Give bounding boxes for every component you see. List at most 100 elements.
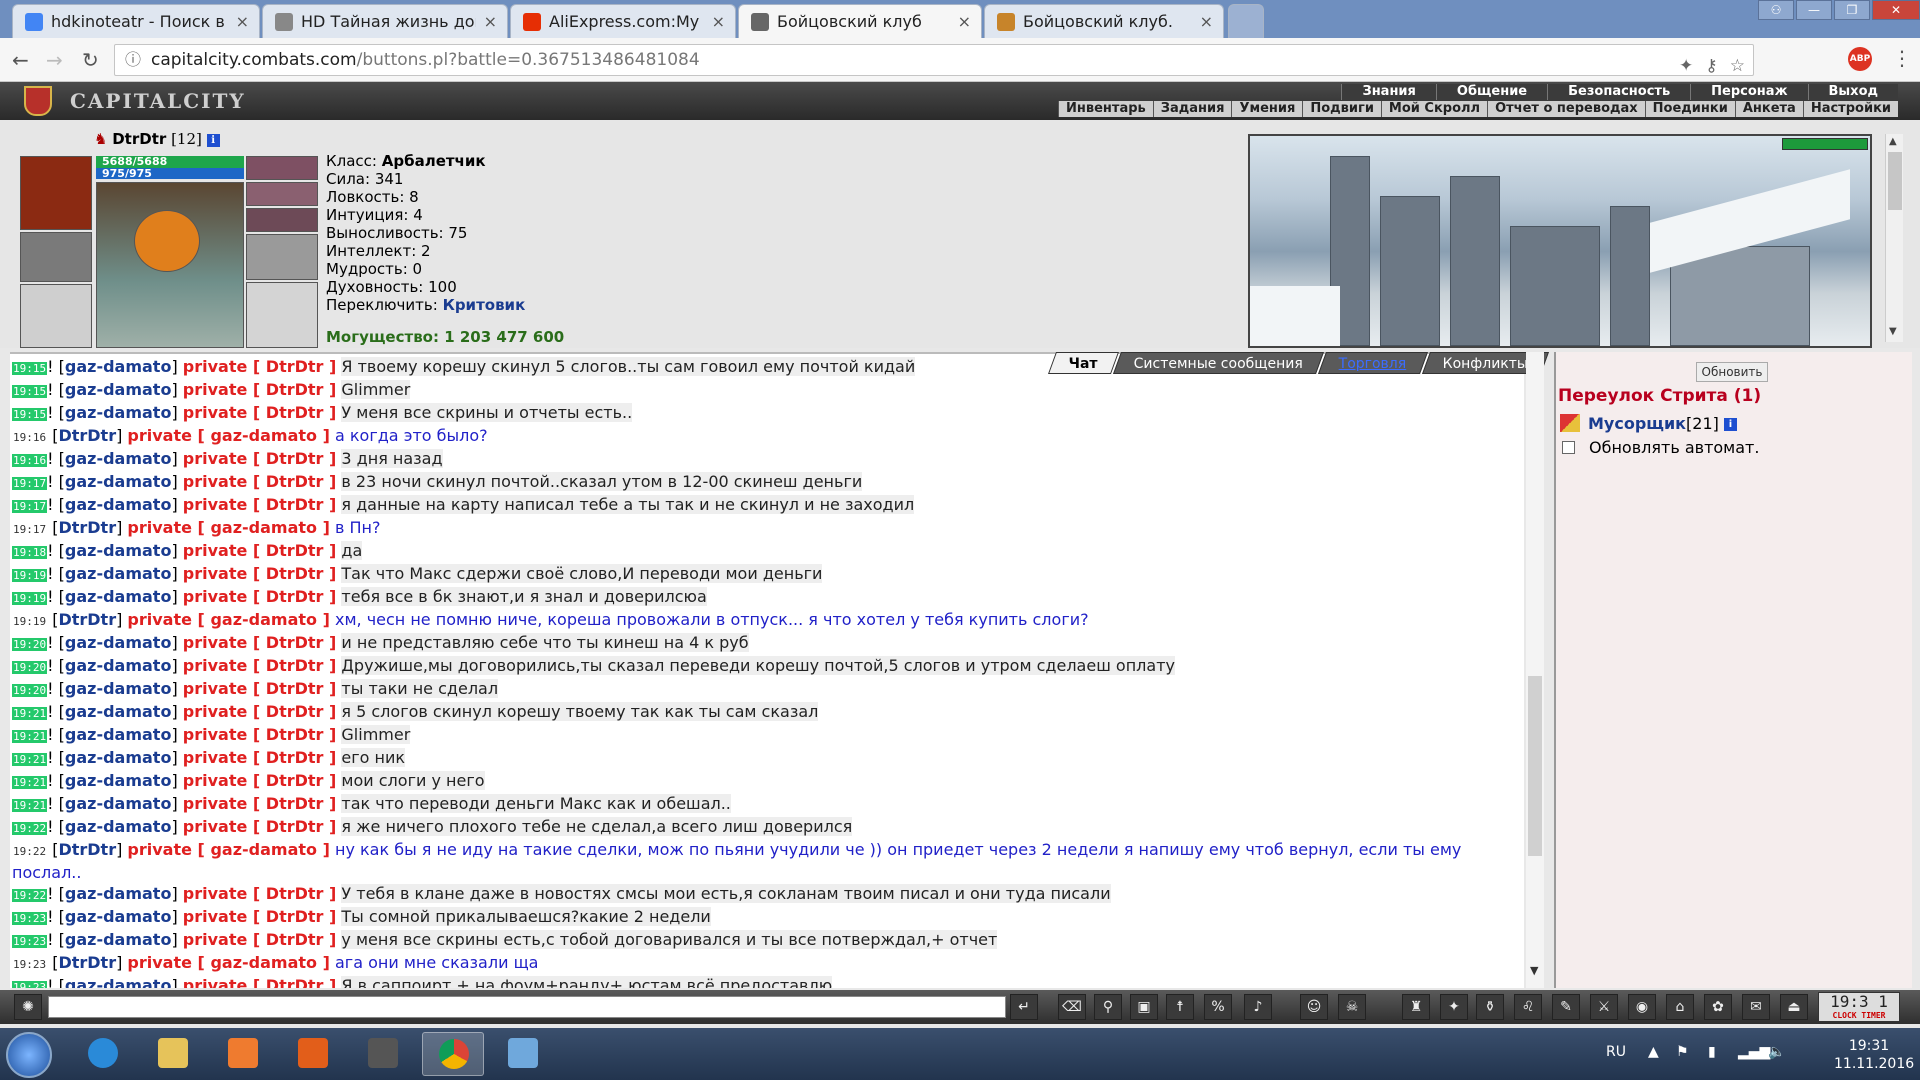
submenu-item[interactable]: Отчет о переводах xyxy=(1487,101,1645,117)
page-scrollbar[interactable]: ▲ ▼ xyxy=(1885,134,1903,342)
chat-sender[interactable]: DtrDtr xyxy=(58,953,116,972)
chat-time[interactable]: 19:21 xyxy=(12,753,48,766)
submenu-item[interactable]: Подвиги xyxy=(1302,101,1381,117)
chat-scroll-thumb[interactable] xyxy=(1528,676,1542,856)
tray-volume-icon[interactable]: 🔈 xyxy=(1768,1044,1785,1060)
chat-tab[interactable]: Торговля xyxy=(1317,352,1428,374)
chat-time[interactable]: 19:22 xyxy=(12,822,48,835)
eraser-icon[interactable]: ⌫ xyxy=(1058,994,1086,1020)
chat-sender[interactable]: gaz-damato xyxy=(65,771,172,790)
submenu-item[interactable]: Инвентарь xyxy=(1058,101,1153,117)
sword-icon[interactable]: ✦ xyxy=(1440,994,1468,1020)
menu-item[interactable]: Безопасность xyxy=(1547,84,1690,100)
ring-slot-2[interactable] xyxy=(246,182,318,206)
private-tag[interactable]: private [ DtrDtr ] xyxy=(183,587,337,606)
chat-time[interactable]: 19:21 xyxy=(12,730,48,743)
chat-time[interactable]: 19:21 xyxy=(12,776,48,789)
private-tag[interactable]: private [ gaz-damato ] xyxy=(127,953,329,972)
user-info-icon[interactable]: i xyxy=(1723,418,1737,431)
chat-sender[interactable]: DtrDtr xyxy=(58,610,116,629)
chat-time[interactable]: 19:17 xyxy=(12,500,48,513)
scroll-icon[interactable]: ✎ xyxy=(1552,994,1580,1020)
maximize-button[interactable]: ❐ xyxy=(1834,0,1870,20)
address-bar[interactable]: ⓘ capitalcity.combats.com/buttons.pl?bat… xyxy=(114,44,1754,76)
chat-time[interactable]: 19:15 xyxy=(12,408,48,421)
taskbar-ie[interactable] xyxy=(72,1032,134,1076)
character-name-text[interactable]: DtrDtr xyxy=(112,130,166,148)
chat-sender[interactable]: gaz-damato xyxy=(65,702,172,721)
chat-time[interactable]: 19:20 xyxy=(12,684,48,697)
private-tag[interactable]: private [ DtrDtr ] xyxy=(183,817,337,836)
chat-sender[interactable]: gaz-damato xyxy=(65,817,172,836)
chat-tab[interactable]: Системные сообщения xyxy=(1112,352,1324,374)
tray-signal-icon[interactable]: ▂▄▆ xyxy=(1738,1044,1770,1060)
chat-sender[interactable]: gaz-damato xyxy=(65,930,172,949)
save-icon[interactable]: ▣ xyxy=(1130,994,1158,1020)
menu-item[interactable]: Общение xyxy=(1435,84,1547,100)
submenu-item[interactable]: Задания xyxy=(1152,101,1232,117)
chat-sender[interactable]: gaz-damato xyxy=(65,380,172,399)
chat-sender[interactable]: gaz-damato xyxy=(65,587,172,606)
adblock-icon[interactable]: ABP xyxy=(1848,47,1872,71)
tab-close-icon[interactable]: × xyxy=(958,12,971,31)
chat-time[interactable]: 19:23 xyxy=(12,958,47,971)
reload-icon[interactable]: ↻ xyxy=(82,48,99,72)
taskbar-explorer[interactable] xyxy=(142,1032,204,1076)
chat-sender[interactable]: gaz-damato xyxy=(65,884,172,903)
chat-sender[interactable]: gaz-damato xyxy=(65,725,172,744)
chat-menu-icon[interactable]: ✺ xyxy=(14,994,42,1020)
chat-time[interactable]: 19:21 xyxy=(12,799,48,812)
chat-time[interactable]: 19:16 xyxy=(12,431,47,444)
flower-icon[interactable]: ✿ xyxy=(1704,994,1732,1020)
scroll-up-icon[interactable]: ▲ xyxy=(1889,136,1897,147)
tray-arrow-icon[interactable]: ▲ xyxy=(1648,1044,1659,1060)
switch-link[interactable]: Критовик xyxy=(443,296,526,314)
chat-input[interactable] xyxy=(48,996,1006,1018)
refresh-button[interactable]: Обновить xyxy=(1696,362,1768,382)
chat-scroll-down-icon[interactable]: ▼ xyxy=(1530,964,1538,977)
sound-icon[interactable]: ♪ xyxy=(1244,994,1272,1020)
potion-icon[interactable]: ⚱ xyxy=(1476,994,1504,1020)
back-icon[interactable]: ← xyxy=(12,48,29,72)
chat-time[interactable]: 19:23 xyxy=(12,912,48,925)
house-icon[interactable]: ⌂ xyxy=(1666,994,1694,1020)
chat-time[interactable]: 19:19 xyxy=(12,615,47,628)
tray-flag-icon[interactable]: ⚑ xyxy=(1676,1044,1689,1060)
chat-time[interactable]: 19:23 xyxy=(12,981,48,988)
tab-close-icon[interactable]: × xyxy=(236,12,249,31)
user-icon[interactable]: ⚇ xyxy=(1758,0,1794,20)
tab-close-icon[interactable]: × xyxy=(484,12,497,31)
chat-time[interactable]: 19:15 xyxy=(12,362,48,375)
chat-sender[interactable]: gaz-damato xyxy=(65,403,172,422)
shield-slot[interactable] xyxy=(246,282,318,348)
chat-sender[interactable]: DtrDtr xyxy=(58,426,116,445)
chat-time[interactable]: 19:18 xyxy=(12,546,48,559)
private-tag[interactable]: private [ DtrDtr ] xyxy=(183,907,337,926)
menu-item[interactable]: Знания xyxy=(1341,84,1435,100)
scroll-thumb[interactable] xyxy=(1888,152,1902,210)
chat-sender[interactable]: gaz-damato xyxy=(65,679,172,698)
close-window-button[interactable]: ✕ xyxy=(1872,0,1920,20)
gloves-slot[interactable] xyxy=(20,232,92,282)
private-tag[interactable]: private [ DtrDtr ] xyxy=(183,564,337,583)
chat-sender[interactable]: gaz-damato xyxy=(65,495,172,514)
forward-icon[interactable]: → xyxy=(46,48,63,72)
chat-scrollbar[interactable]: ▼ xyxy=(1526,352,1544,988)
private-tag[interactable]: private [ DtrDtr ] xyxy=(183,541,337,560)
filter-icon[interactable]: ⚲ xyxy=(1094,994,1122,1020)
private-tag[interactable]: private [ DtrDtr ] xyxy=(183,403,337,422)
private-tag[interactable]: private [ DtrDtr ] xyxy=(183,679,337,698)
chat-time[interactable]: 19:16 xyxy=(12,454,48,467)
private-tag[interactable]: private [ DtrDtr ] xyxy=(183,449,337,468)
chat-sender[interactable]: gaz-damato xyxy=(65,541,172,560)
chat-bubble-icon[interactable]: ✉ xyxy=(1742,994,1770,1020)
taskbar-clock[interactable]: 19:31 11.11.2016 xyxy=(1834,1037,1914,1073)
private-tag[interactable]: private [ DtrDtr ] xyxy=(183,884,337,903)
globe-icon[interactable]: ◉ xyxy=(1628,994,1656,1020)
chat-sender[interactable]: gaz-damato xyxy=(65,794,172,813)
private-tag[interactable]: private [ DtrDtr ] xyxy=(183,633,337,652)
submenu-item[interactable]: Умения xyxy=(1231,101,1302,117)
chat-sender[interactable]: gaz-damato xyxy=(65,748,172,767)
private-tag[interactable]: private [ DtrDtr ] xyxy=(183,357,337,376)
chat-time[interactable]: 19:17 xyxy=(12,477,48,490)
